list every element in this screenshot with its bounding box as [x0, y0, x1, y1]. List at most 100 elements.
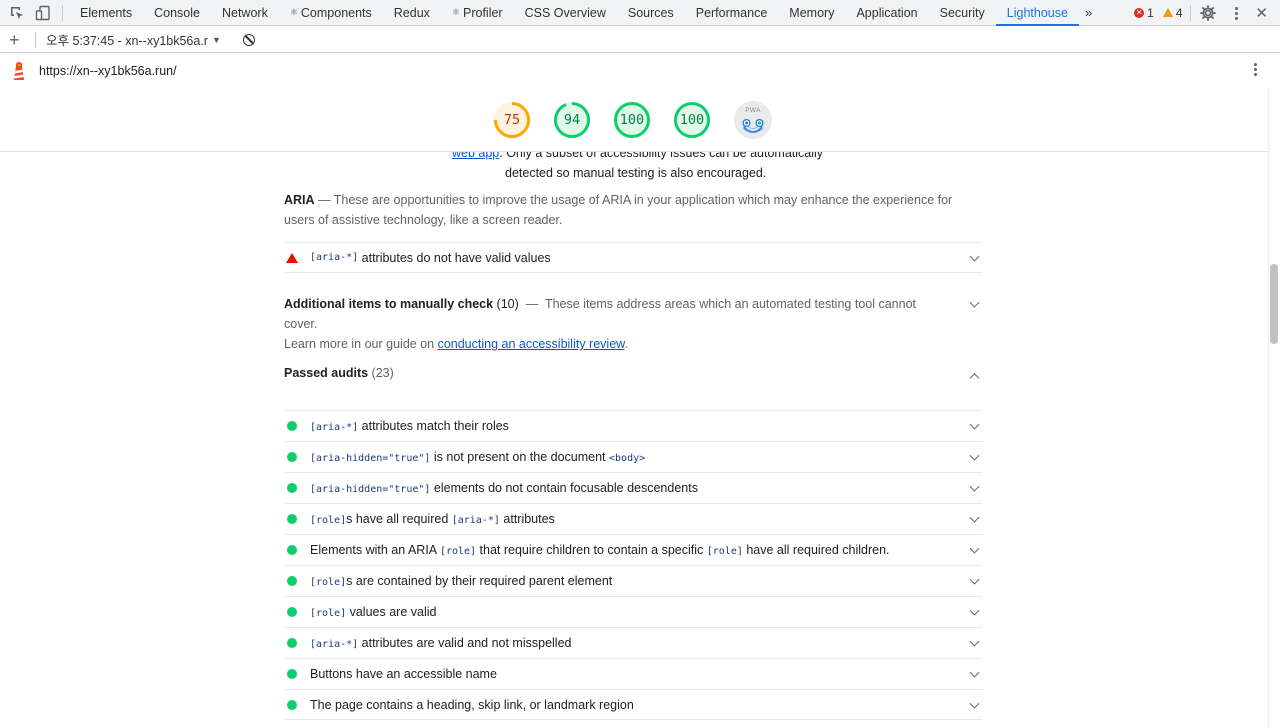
passed-audit-row[interactable]: [role] values are valid: [284, 596, 982, 627]
lighthouse-toolbar: + 오후 5:37:45 - xn--xy1bk56a.r ▼: [0, 27, 1280, 53]
score-gauges-header: 75 94 100 100 PWA: [0, 88, 1268, 152]
close-icon[interactable]: ✕: [1255, 4, 1268, 22]
audit-text: elements do not contain focusable descen…: [430, 481, 698, 495]
passed-audit-row[interactable]: [aria-*] attributes match their roles: [284, 410, 982, 441]
issue-counts[interactable]: ✕ 1 4: [1134, 5, 1183, 20]
tab-label: Memory: [789, 5, 835, 20]
passed-audit-row[interactable]: [aria-hidden="true"] elements do not con…: [284, 472, 982, 503]
passed-audit-row[interactable]: [role]s are contained by their required …: [284, 565, 982, 596]
passed-audit-row[interactable]: Elements with an ARIA [role] that requir…: [284, 534, 982, 565]
tab-label: Performance: [695, 5, 768, 20]
audit-code: [role]: [310, 608, 347, 619]
tab-security[interactable]: Security: [929, 0, 996, 26]
tab-memory[interactable]: Memory: [778, 0, 845, 26]
aria-group-description: These are opportunities to improve the u…: [284, 193, 953, 227]
tab-components[interactable]: ⚛ Components: [279, 0, 383, 26]
intro-text: . Only a subset of accessibility issues …: [499, 152, 824, 160]
scrollbar-thumb[interactable]: [1270, 264, 1278, 344]
chevron-down-icon: [969, 251, 980, 262]
tab-label: Profiler: [463, 5, 503, 20]
tab-lighthouse[interactable]: Lighthouse: [995, 0, 1079, 26]
passed-audits-title: Passed audits: [284, 366, 369, 380]
report-content: web app. Only a subset of accessibility …: [0, 152, 1268, 728]
score-gauge[interactable]: 100: [613, 101, 651, 139]
inspect-element-icon[interactable]: [8, 4, 26, 22]
audit-code: [role]: [310, 577, 347, 588]
tab-network[interactable]: Network: [211, 0, 279, 26]
pwa-badge[interactable]: PWA: [734, 101, 772, 139]
audit-title: The page contains a heading, skip link, …: [310, 698, 634, 712]
web-app-link[interactable]: web app: [452, 152, 499, 160]
tab-elements[interactable]: Elements: [69, 0, 143, 26]
passed-audit-row[interactable]: The page contains a heading, skip link, …: [284, 689, 982, 720]
clear-all-icon[interactable]: [242, 33, 255, 46]
more-tabs-button[interactable]: »: [1079, 5, 1098, 20]
score-gauge[interactable]: 100: [673, 101, 711, 139]
passed-audit-row[interactable]: Buttons have an accessible name: [284, 658, 982, 689]
separator: —: [518, 297, 545, 311]
chevron-down-icon: [969, 605, 980, 616]
react-icon: ⚛: [289, 7, 298, 17]
score-gauge[interactable]: 94: [553, 101, 591, 139]
score-gauge[interactable]: 75: [493, 101, 531, 139]
separator: —: [314, 193, 334, 207]
audit-title: Buttons have an accessible name: [310, 667, 497, 681]
tab-label: Redux: [393, 5, 430, 20]
chevron-down-icon: [969, 543, 980, 554]
pass-circle-icon: [287, 699, 297, 710]
device-toolbar-icon[interactable]: [34, 4, 52, 22]
tab-application[interactable]: Application: [845, 0, 928, 26]
audit-text: attributes match their roles: [358, 419, 509, 433]
error-count: 1: [1147, 5, 1154, 20]
settings-gear-icon[interactable]: [1199, 4, 1217, 22]
tab-label: Application: [856, 5, 918, 20]
audit-title: attributes do not have valid values: [358, 250, 551, 265]
audit-text: The page contains a heading, skip link, …: [310, 697, 634, 712]
manual-checks-header[interactable]: Additional items to manually check (10) …: [284, 294, 982, 354]
manual-checks-count: (10): [493, 297, 519, 311]
intro-text-line2: detected so manual testing is also encou…: [505, 166, 767, 180]
passed-audit-row[interactable]: [role]s have all required [aria-*] attri…: [284, 503, 982, 534]
scrollbar-track[interactable]: [1268, 88, 1280, 728]
chevron-down-icon: ▼: [211, 34, 221, 45]
report-menu-icon[interactable]: [1244, 63, 1266, 76]
audit-code: [role]: [706, 546, 743, 557]
new-report-button[interactable]: +: [9, 31, 23, 49]
gauge-score: 75: [503, 112, 521, 128]
warning-icon: [1162, 8, 1173, 17]
tab-redux[interactable]: Redux: [383, 0, 441, 26]
audit-code: [aria-hidden="true"]: [310, 484, 431, 495]
customize-menu-icon[interactable]: [1225, 6, 1247, 20]
toolbar-divider: [62, 4, 63, 21]
tab-label: Components: [300, 5, 372, 20]
tab-profiler[interactable]: ⚛ Profiler: [441, 0, 514, 26]
audit-title: [aria-hidden="true"] elements do not con…: [310, 481, 698, 495]
audit-title: [aria-*] attributes are valid and not mi…: [310, 636, 571, 650]
passed-audit-row[interactable]: [aria-*] attributes are valid and not mi…: [284, 627, 982, 658]
audit-text: s are contained by their required parent…: [346, 574, 613, 588]
tab-performance[interactable]: Performance: [685, 0, 779, 26]
passed-audit-row[interactable]: [aria-hidden="true"] is not present on t…: [284, 441, 982, 472]
failed-audit-row[interactable]: [aria-*] attributes do not have valid va…: [284, 242, 982, 273]
passed-audits-header[interactable]: Passed audits (23): [284, 366, 982, 386]
tab-sources[interactable]: Sources: [617, 0, 685, 26]
audit-text: attributes are valid and not misspelled: [358, 636, 572, 650]
report-selector[interactable]: 오후 5:37:45 - xn--xy1bk56a.r ▼: [46, 30, 221, 49]
accessibility-review-link[interactable]: conducting an accessibility review: [438, 337, 625, 351]
pass-circle-icon: [287, 514, 297, 524]
audit-text: attributes: [499, 512, 555, 526]
react-icon: ⚛: [451, 7, 460, 17]
audit-text: Elements with an ARIA: [310, 543, 440, 557]
audit-text: values are valid: [346, 605, 437, 619]
manual-checks-title: Additional items to manually check: [284, 297, 494, 311]
panel-tabs: Elements Console Network ⚛ Components Redux ⚛ P…: [69, 0, 1079, 26]
learn-more-text: Learn more in our guide on: [284, 337, 438, 351]
report-selector-label: 오후 5:37:45 - xn--xy1bk56a.r: [46, 34, 208, 48]
pass-circle-icon: [287, 483, 297, 493]
tab-console[interactable]: Console: [143, 0, 211, 26]
chevron-down-icon: [969, 481, 980, 492]
accessibility-intro: web app. Only a subset of accessibility …: [452, 152, 832, 183]
tab-css-overview[interactable]: CSS Overview: [514, 0, 617, 26]
chevron-down-icon: [969, 512, 980, 523]
tab-label: Lighthouse: [1006, 5, 1068, 20]
